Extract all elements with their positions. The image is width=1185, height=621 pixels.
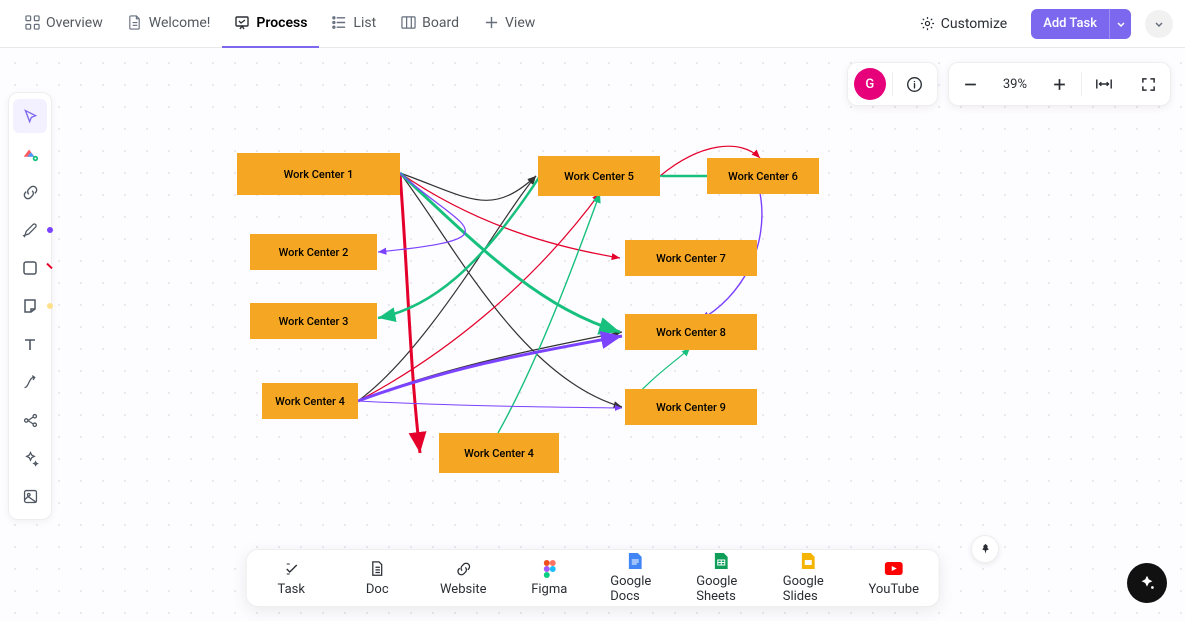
- gdocs-icon: [626, 552, 644, 570]
- fullscreen-button[interactable]: [1126, 62, 1170, 106]
- zoom-level: 39%: [993, 77, 1037, 92]
- pen-color-indicator: [47, 227, 53, 233]
- insert-figma[interactable]: Figma: [524, 560, 574, 597]
- tab-list[interactable]: List: [319, 0, 388, 48]
- left-toolbar: [8, 92, 52, 520]
- node-wc4b[interactable]: Work Center 4: [439, 433, 559, 473]
- customize-label: Customize: [941, 16, 1007, 32]
- insert-task[interactable]: Task: [266, 560, 316, 597]
- node-wc2[interactable]: Work Center 2: [250, 234, 377, 270]
- tool-magic[interactable]: [13, 441, 47, 475]
- info-button[interactable]: [893, 62, 937, 106]
- add-task-button[interactable]: Add Task: [1031, 9, 1131, 39]
- tool-select[interactable]: [13, 99, 47, 133]
- insert-website[interactable]: Website: [438, 560, 488, 597]
- youtube-icon: [885, 560, 903, 578]
- tool-pen[interactable]: [13, 213, 47, 247]
- plus-icon: [483, 15, 499, 31]
- more-menu-button[interactable]: [1145, 10, 1173, 38]
- doc-icon: [368, 560, 386, 578]
- tool-text[interactable]: [13, 327, 47, 361]
- whiteboard-icon: [234, 15, 250, 31]
- gsheets-icon: [713, 552, 731, 570]
- fit-width-button[interactable]: [1082, 62, 1126, 106]
- tab-label: Process: [256, 15, 307, 31]
- tool-ai[interactable]: [13, 137, 47, 171]
- tab-label: Welcome!: [149, 15, 211, 31]
- presence-bar: G: [847, 62, 938, 106]
- gslides-icon: [799, 552, 817, 570]
- insert-bar: Task Doc Website Figma Google Docs Googl…: [245, 549, 940, 607]
- list-icon: [331, 15, 347, 31]
- board-icon: [400, 15, 416, 31]
- gear-icon: [920, 16, 935, 31]
- sticky-color-indicator: [47, 303, 53, 309]
- link-icon: [454, 560, 472, 578]
- insert-gslides[interactable]: Google Slides: [783, 552, 833, 604]
- tool-connector[interactable]: [13, 365, 47, 399]
- tool-image[interactable]: [13, 479, 47, 513]
- tab-label: Board: [422, 15, 459, 31]
- node-wc5[interactable]: Work Center 5: [538, 156, 660, 196]
- node-wc7[interactable]: Work Center 7: [625, 240, 757, 276]
- node-wc1[interactable]: Work Center 1: [237, 153, 400, 195]
- doc-template-icon: [127, 15, 143, 31]
- tab-overview[interactable]: Overview: [12, 0, 115, 48]
- task-icon: [282, 560, 300, 578]
- tool-sticky[interactable]: [13, 289, 47, 323]
- customize-button[interactable]: Customize: [910, 16, 1017, 32]
- tool-diagram[interactable]: [13, 403, 47, 437]
- figma-icon: [540, 560, 558, 578]
- node-wc3[interactable]: Work Center 3: [250, 303, 377, 339]
- node-wc4a[interactable]: Work Center 4: [262, 383, 358, 419]
- ai-fab-button[interactable]: [1127, 563, 1167, 603]
- shape-color-indicator: [46, 263, 52, 269]
- tab-label: View: [505, 15, 535, 31]
- tab-add-view[interactable]: View: [471, 0, 547, 48]
- zoom-in-button[interactable]: [1037, 62, 1081, 106]
- node-wc9[interactable]: Work Center 9: [625, 389, 757, 425]
- tool-link[interactable]: [13, 175, 47, 209]
- pin-toolbar-button[interactable]: [971, 535, 999, 563]
- node-wc6[interactable]: Work Center 6: [707, 158, 819, 194]
- tab-board[interactable]: Board: [388, 0, 471, 48]
- grid-icon: [24, 15, 40, 31]
- tab-label: List: [353, 15, 376, 31]
- zoom-out-button[interactable]: [949, 62, 993, 106]
- tab-label: Overview: [46, 15, 103, 31]
- insert-youtube[interactable]: YouTube: [869, 560, 919, 597]
- add-task-label: Add Task: [1031, 16, 1109, 31]
- tool-shape[interactable]: [13, 251, 47, 285]
- insert-doc[interactable]: Doc: [352, 560, 402, 597]
- node-wc8[interactable]: Work Center 8: [625, 314, 757, 350]
- tab-process[interactable]: Process: [222, 0, 319, 48]
- insert-gdocs[interactable]: Google Docs: [610, 552, 660, 604]
- tab-welcome[interactable]: Welcome!: [115, 0, 223, 48]
- zoom-controls: 39%: [948, 62, 1171, 106]
- avatar[interactable]: G: [854, 68, 886, 100]
- chevron-down-icon[interactable]: [1109, 9, 1131, 39]
- insert-gsheets[interactable]: Google Sheets: [696, 552, 747, 604]
